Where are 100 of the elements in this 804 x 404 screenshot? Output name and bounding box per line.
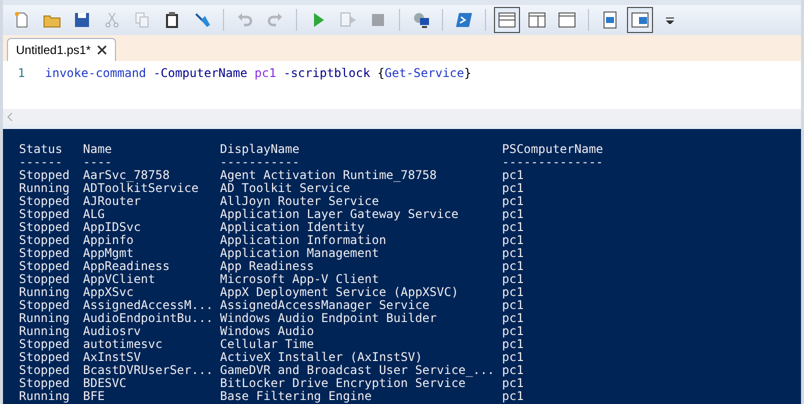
- output-cell-text: pc1: [502, 260, 525, 273]
- pane-right-icon: [528, 11, 546, 29]
- output-cell-text: AarSvc_78758: [83, 169, 171, 182]
- output-cell-text: pc1: [502, 247, 525, 260]
- output-cell-text: AssignedAccessManager Service: [220, 299, 430, 312]
- output-cell-text: BcastDVRUserSer...: [83, 364, 214, 377]
- output-cell-text: AssignedAccessM...: [83, 299, 214, 312]
- close-icon[interactable]: [96, 45, 107, 55]
- output-cell-text: Stopped: [19, 247, 71, 260]
- script-tab[interactable]: Untitled1.ps1*: [7, 38, 116, 61]
- save-icon: [73, 11, 91, 29]
- script-pane-icon: [601, 11, 619, 29]
- output-cell-text: Stopped: [19, 364, 71, 377]
- output-cell-text: AppIDSvc: [83, 221, 142, 234]
- output-cell-text: Running: [19, 325, 71, 338]
- output-cell-text: pc1: [502, 273, 525, 286]
- output-cell-text: Windows Audio Endpoint Builder: [220, 312, 438, 325]
- output-cell-text: autotimesvc: [83, 338, 164, 351]
- output-cell-text: Stopped: [19, 299, 71, 312]
- redo-icon: [266, 11, 284, 29]
- output-cell-text: ActiveX Installer (AxInstSV): [220, 351, 424, 364]
- broom-icon: [193, 11, 211, 29]
- powershell-icon: [455, 11, 473, 29]
- toolbar-button[interactable]: [627, 7, 653, 33]
- pane-top-icon: [498, 11, 516, 29]
- header-underline: -----------: [220, 156, 300, 169]
- output-cell-text: Stopped: [19, 221, 71, 234]
- output-cell-text: AudioEndpointBu...: [83, 312, 214, 325]
- output-cell-text: pc1: [502, 390, 525, 403]
- overflow-icon: [666, 16, 674, 24]
- header-underline: ----: [83, 156, 113, 169]
- output-cell-text: Running: [19, 390, 71, 403]
- output-cell-text: pc1: [502, 182, 525, 195]
- output-cell-text: AppX Deployment Service (AppXSVC): [220, 286, 460, 299]
- output-cell-text: Stopped: [19, 195, 71, 208]
- column-header: PSComputerName: [502, 143, 604, 156]
- output-cell-text: pc1: [502, 364, 525, 377]
- output-cell-text: Stopped: [19, 351, 71, 364]
- output-cell-text: ADToolkitService: [83, 182, 200, 195]
- output-cell-text: Application Identity: [220, 221, 364, 234]
- output-cell-text: Audiosrv: [83, 325, 141, 338]
- output-cell-text: Base Filtering Engine: [220, 390, 372, 403]
- output-cell-text: AppReadiness: [83, 260, 171, 273]
- header-underline: ------: [19, 156, 64, 169]
- output-cell-text: pc1: [502, 299, 525, 312]
- output-cell-text: Stopped: [19, 234, 71, 247]
- output-cell-text: pc1: [502, 234, 525, 247]
- copy-icon: [133, 11, 151, 29]
- scissors-icon: [103, 11, 121, 29]
- run-selection-icon: [339, 11, 357, 29]
- output-cell-text: Windows Audio: [220, 325, 315, 338]
- output-cell-text: Application Management: [220, 247, 380, 260]
- remote-computer-icon: [412, 11, 430, 29]
- output-cell-text: Stopped: [19, 169, 71, 182]
- output-cell-text: pc1: [502, 221, 525, 234]
- output-cell-text: GameDVR and Broadcast User Service_...: [220, 364, 496, 377]
- column-header: Status: [19, 143, 64, 156]
- output-cell-text: pc1: [502, 312, 525, 325]
- output-cell-text: BFE: [83, 390, 106, 403]
- output-cell-text: ALG: [83, 208, 106, 221]
- column-header: Name: [83, 143, 113, 156]
- output-cell-text: Application Layer Gateway Service: [220, 208, 460, 221]
- output-cell-text: AD Toolkit Service: [220, 182, 350, 195]
- output-cell-text: pc1: [502, 351, 525, 364]
- column-header: DisplayName: [220, 143, 300, 156]
- line-number: 1: [16, 66, 26, 80]
- output-cell-text: BDESVC: [83, 377, 128, 390]
- output-cell-text: pc1: [502, 338, 525, 351]
- output-cell-text: AllJoyn Router Service: [220, 195, 380, 208]
- stop-icon: [369, 11, 387, 29]
- undo-icon: [236, 11, 254, 29]
- output-cell-text: Running: [19, 312, 71, 325]
- output-cell-text: Running: [19, 286, 71, 299]
- output-cell-text: AJRouter: [83, 195, 142, 208]
- output-cell-text: pc1: [502, 169, 525, 182]
- toolbar-button[interactable]: [494, 7, 520, 33]
- output-cell-text: Stopped: [19, 338, 71, 351]
- output-cell-text: Stopped: [19, 260, 71, 273]
- output-cell-text: pc1: [502, 208, 525, 221]
- output-cell-text: pc1: [502, 325, 525, 338]
- output-cell-text: Appinfo: [83, 234, 134, 247]
- output-cell-text: AppXSvc: [83, 286, 134, 299]
- output-cell-text: Stopped: [19, 273, 71, 286]
- output-cell-text: BitLocker Drive Encryption Service: [220, 377, 466, 390]
- output-cell-text: Running: [19, 182, 71, 195]
- code-line: invoke-command -ComputerName pc1 -scriptblock {Get-Service}: [45, 66, 472, 80]
- output-cell-text: pc1: [502, 195, 525, 208]
- output-cell-text: Stopped: [19, 377, 71, 390]
- output-cell-text: Agent Activation Runtime_78758: [220, 169, 438, 182]
- output-cell-text: App Readiness: [220, 260, 314, 273]
- header-underline: --------------: [502, 156, 604, 169]
- output-cell-text: Microsoft App-V Client: [220, 273, 380, 286]
- output-cell-text: AppMgmt: [83, 247, 134, 260]
- output-cell-text: pc1: [502, 286, 525, 299]
- output-cell-text: AppVClient: [83, 273, 156, 286]
- script-pane-right-icon: [631, 11, 649, 29]
- window-icon: [558, 11, 576, 29]
- output-cell-text: Application Information: [220, 234, 388, 247]
- output-cell-text: AxInstSV: [83, 351, 142, 364]
- output-cell-text: pc1: [502, 377, 525, 390]
